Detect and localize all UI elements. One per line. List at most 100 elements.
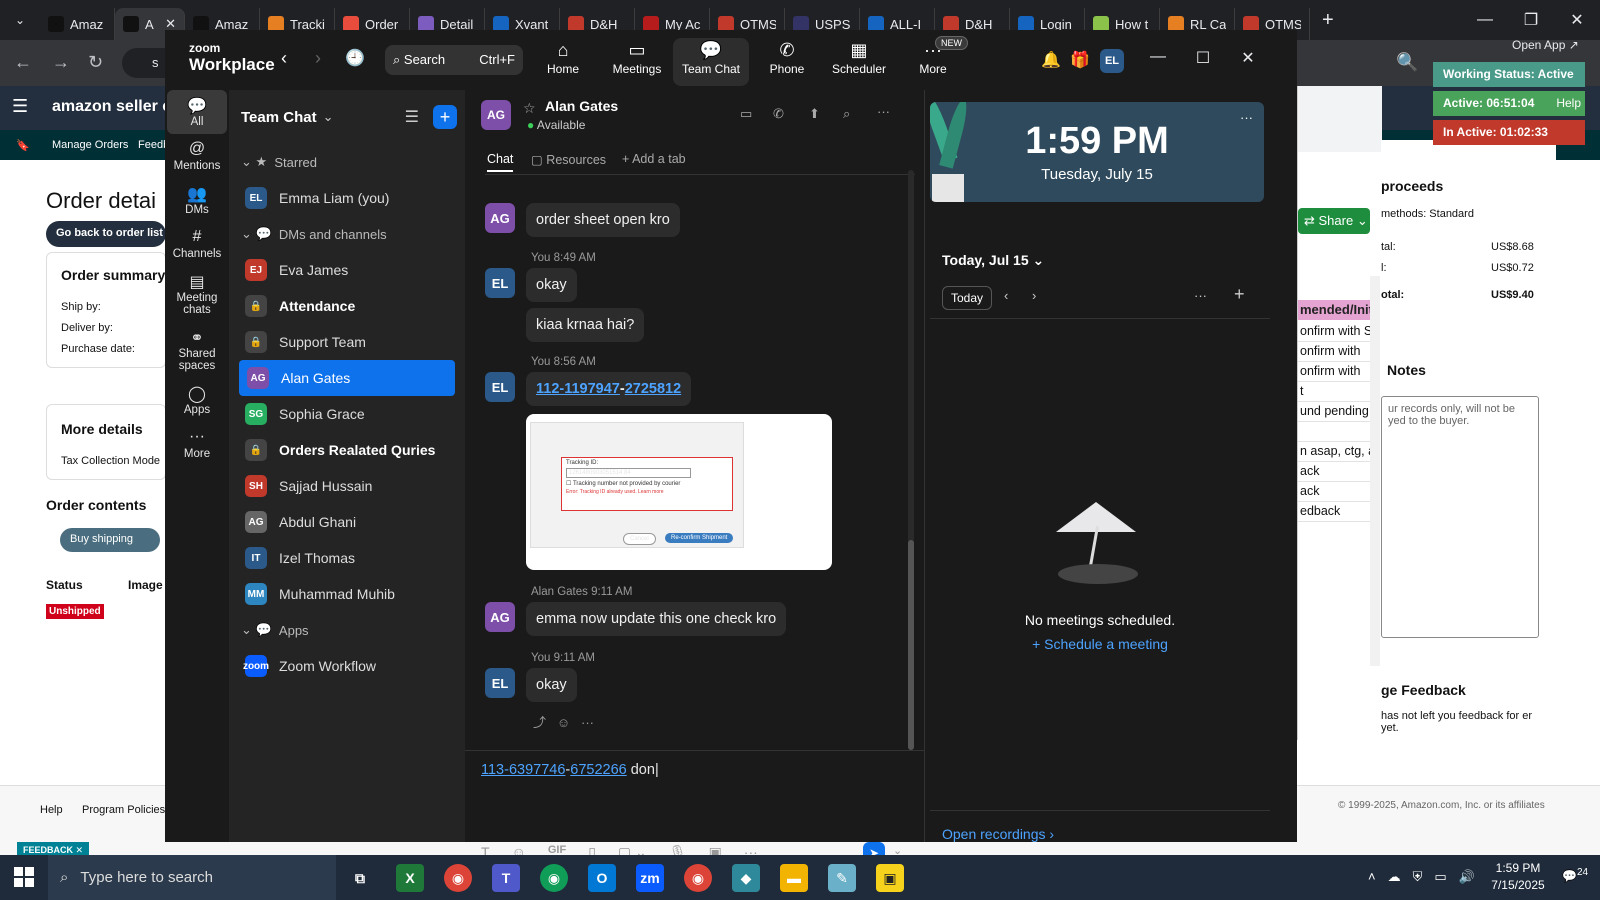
channel-item[interactable]: AG Alan Gates	[239, 360, 455, 396]
zoom-close-icon[interactable]: ✕	[1225, 48, 1271, 68]
video-call-icon[interactable]: ▭	[740, 106, 752, 122]
tab-resources[interactable]: ▢ Resources	[531, 152, 606, 167]
channel-item[interactable]: EL Emma Liam (you)	[229, 180, 465, 216]
sheet-row[interactable]: onfirm with S	[1298, 322, 1370, 342]
sheet-row[interactable]: n asap, ctg, a	[1298, 442, 1370, 462]
channel-item[interactable]: zoom Zoom Workflow	[229, 648, 465, 684]
rail-meeting-chats[interactable]: ▤ Meeting chats	[167, 266, 227, 322]
chrome-icon[interactable]: ◉	[684, 864, 712, 892]
channel-item[interactable]: EJ Eva James	[229, 252, 465, 288]
security-icon[interactable]: ⛨	[1413, 869, 1423, 885]
notepad-icon[interactable]: ✎	[828, 864, 856, 892]
nav-meetings[interactable]: ▭ Meetings	[599, 38, 675, 86]
rail-more[interactable]: ··· More	[167, 422, 227, 466]
browser-tab[interactable]: Amaz	[40, 8, 115, 40]
search-chat-icon[interactable]: ⌕	[843, 106, 850, 122]
rail-all[interactable]: 💬 All	[167, 90, 227, 134]
emoji-react-icon[interactable]: ☺	[557, 715, 570, 730]
volume-icon[interactable]: 🔊	[1459, 869, 1475, 885]
nav-phone[interactable]: ✆ Phone	[749, 38, 825, 86]
channel-item[interactable]: MM Muhammad Muhib	[229, 576, 465, 612]
filter-icon[interactable]: ☰	[405, 107, 419, 127]
screenshot-attachment[interactable]: Tracking ID: 1261480903051514 84 ☐ Track…	[526, 414, 832, 570]
schedule-meeting-link[interactable]: + Schedule a meeting	[930, 636, 1270, 652]
rail-dms[interactable]: 👥 DMs	[167, 178, 227, 222]
today-button[interactable]: Today	[942, 286, 993, 310]
footer-help-link[interactable]: Help	[40, 804, 63, 816]
reload-icon[interactable]: ↻	[88, 52, 103, 73]
section-dms[interactable]: ⌄ 💬 DMs and channels	[229, 216, 465, 252]
gift-icon[interactable]: 🎁	[1070, 50, 1090, 70]
channel-item[interactable]: SG Sophia Grace	[229, 396, 465, 432]
message-bubble[interactable]: okay	[526, 268, 577, 302]
chrome-icon[interactable]: ◉	[540, 864, 568, 892]
calendar-more-icon[interactable]: ···	[1194, 288, 1207, 303]
back-to-orders-button[interactable]: Go back to order list	[46, 221, 166, 247]
nav-scheduler[interactable]: ▦ Scheduler	[821, 38, 897, 86]
section-starred[interactable]: ⌄ ★ Starred	[229, 144, 465, 180]
sheet-row[interactable]: edback	[1298, 502, 1370, 522]
back-icon[interactable]: ←	[14, 52, 32, 73]
sheet-row[interactable]: t	[1298, 382, 1370, 402]
taskbar-search-box[interactable]: ⌕ Type here to search	[48, 855, 336, 900]
channel-item[interactable]: 🔒 Support Team	[229, 324, 465, 360]
message-bubble[interactable]: order sheet open kro	[526, 203, 680, 237]
footer-policies-link[interactable]: Program Policies	[82, 804, 165, 816]
forward-arrow-icon[interactable]: ›	[315, 48, 321, 69]
search-input[interactable]: ⌕ Search Ctrl+F	[385, 45, 523, 75]
app-icon[interactable]: ◆	[732, 864, 760, 892]
tab-list-button[interactable]: ⌄	[0, 13, 40, 27]
sheet-row[interactable]: ack	[1298, 482, 1370, 502]
menu-icon[interactable]: ☰	[12, 96, 28, 117]
zoom-icon[interactable]: 🔍	[1396, 52, 1418, 73]
sheet-row[interactable]	[1298, 422, 1370, 442]
next-day-icon[interactable]: ›	[1032, 288, 1036, 303]
tab-add[interactable]: + Add a tab	[622, 152, 686, 166]
history-icon[interactable]: 🕘	[345, 48, 365, 68]
channel-item[interactable]: SH Sajjad Hussain	[229, 468, 465, 504]
reply-icon[interactable]: ⤴	[533, 715, 546, 730]
tray-chevron-icon[interactable]: ˄	[1368, 869, 1376, 885]
forward-icon[interactable]: →	[52, 52, 70, 73]
avatar[interactable]: EL	[1100, 49, 1124, 73]
open-recordings-link[interactable]: Open recordings ›	[942, 826, 1054, 842]
minimize-icon[interactable]: —	[1462, 11, 1508, 29]
sheet-scrollbar[interactable]	[1370, 276, 1380, 666]
chat-header-name[interactable]: Alan Gates	[545, 98, 618, 114]
zoom-taskbar-icon[interactable]: zm	[636, 864, 664, 892]
message-bubble[interactable]: emma now update this one check kro	[526, 602, 787, 636]
channel-item[interactable]: 🔒 Attendance	[229, 288, 465, 324]
order-link[interactable]: 112-1197947	[536, 381, 620, 397]
rail-apps[interactable]: ◯ Apps	[167, 378, 227, 422]
more-actions-icon[interactable]: ···	[581, 715, 594, 730]
windows-start-icon[interactable]	[14, 867, 34, 887]
rail-mentions[interactable]: @ Mentions	[167, 134, 227, 178]
share-screen-icon[interactable]: ⬆	[809, 106, 820, 122]
message-bubble[interactable]: kiaa krnaa hai?	[526, 308, 645, 342]
section-apps[interactable]: ⌄ 💬 Apps	[229, 612, 465, 648]
back-arrow-icon[interactable]: ‹	[281, 48, 287, 69]
bookmark-icon[interactable]: 🔖	[16, 139, 30, 152]
message-bubble[interactable]: 112-1197947-2725812	[526, 372, 692, 406]
star-icon[interactable]: ☆	[523, 100, 536, 117]
channel-item[interactable]: IT Izel Thomas	[229, 540, 465, 576]
calendar-day-selector[interactable]: Today, Jul 15 ⌄	[942, 252, 1044, 269]
channel-item[interactable]: AG Abdul Ghani	[229, 504, 465, 540]
order-link[interactable]: 2725812	[625, 381, 681, 397]
tab-chat[interactable]: Chat	[487, 152, 514, 172]
sheet-row[interactable]: ack	[1298, 462, 1370, 482]
message-bubble[interactable]: okay	[526, 668, 577, 702]
task-view-icon[interactable]: ⧉	[346, 864, 374, 892]
bell-icon[interactable]: 🔔	[1041, 50, 1061, 70]
excel-icon[interactable]: X	[396, 864, 424, 892]
outlook-icon[interactable]: O	[588, 864, 616, 892]
sheet-row[interactable]: und pending	[1298, 402, 1370, 422]
sheet-row[interactable]: onfirm with	[1298, 342, 1370, 362]
chevron-down-icon[interactable]: ⌄	[323, 109, 334, 125]
buy-shipping-button[interactable]: Buy shipping	[60, 528, 160, 552]
more-options-icon[interactable]: ···	[877, 104, 890, 119]
zoom-maximize-icon[interactable]: ☐	[1180, 48, 1226, 68]
rail-shared-spaces[interactable]: ⚭ Shared spaces	[167, 322, 227, 378]
restore-icon[interactable]: ❐	[1508, 10, 1554, 30]
menu-manage-orders[interactable]: Manage Orders	[52, 139, 128, 151]
